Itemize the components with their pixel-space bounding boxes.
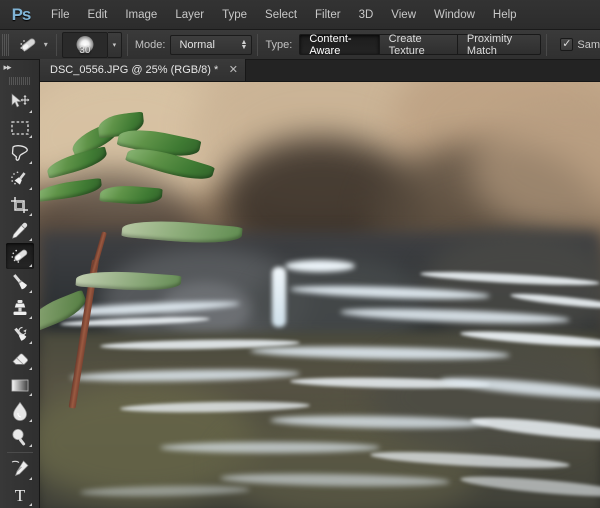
gradient-tool[interactable] xyxy=(6,372,34,398)
tool-group-indicator-icon xyxy=(28,367,32,371)
image-canvas[interactable] xyxy=(40,82,600,508)
menu-item-3d[interactable]: 3D xyxy=(350,0,383,30)
tool-group-indicator-icon xyxy=(28,341,32,345)
tool-group-indicator-icon xyxy=(28,212,32,216)
toolbar-separator xyxy=(6,452,33,454)
tools-panel-grip[interactable] xyxy=(8,77,31,85)
mode-label: Mode: xyxy=(134,38,166,51)
move-tool[interactable] xyxy=(6,89,34,115)
type-option-proximity-match[interactable]: Proximity Match xyxy=(457,33,542,57)
document-tab-title: DSC_0556.JPG @ 25% (RGB/8) * xyxy=(50,64,219,76)
dodge-tool[interactable] xyxy=(6,424,34,450)
clone-stamp-tool[interactable] xyxy=(6,295,34,321)
options-separator-2 xyxy=(126,33,128,56)
tool-group-indicator-icon xyxy=(28,161,32,165)
tool-group-indicator-icon xyxy=(28,289,32,293)
svg-text:T: T xyxy=(14,486,25,504)
eyedropper-tool[interactable] xyxy=(6,218,34,244)
tool-group-indicator-icon xyxy=(28,186,32,190)
menu-item-view[interactable]: View xyxy=(382,0,425,30)
type-option-content-aware[interactable]: Content-Aware xyxy=(299,33,380,57)
tool-group-indicator-icon xyxy=(28,238,32,242)
current-tool-icon[interactable] xyxy=(15,32,41,58)
type-label: Type: xyxy=(265,38,293,51)
menu-item-type[interactable]: Type xyxy=(213,0,256,30)
photo-image xyxy=(40,82,600,508)
tools-panel-expand-button[interactable]: ▸▸ xyxy=(0,60,40,75)
tool-group-indicator-icon xyxy=(28,315,32,319)
menu-item-window[interactable]: Window xyxy=(425,0,484,30)
menu-item-edit[interactable]: Edit xyxy=(79,0,117,30)
history-brush-tool[interactable] xyxy=(6,321,34,347)
water-lip-highlight xyxy=(285,260,355,272)
eraser-tool[interactable] xyxy=(6,346,34,372)
mode-select[interactable]: Normal ▲ ▼ xyxy=(170,34,253,55)
menu-item-filter[interactable]: Filter xyxy=(306,0,350,30)
fill-type-segmented-control: Content-Aware Create Texture Proximity M… xyxy=(299,33,542,57)
brush-size-value: 30 xyxy=(79,44,91,56)
options-bar-grip[interactable] xyxy=(2,33,10,56)
quick-selection-tool[interactable] xyxy=(6,166,34,192)
document-tab-bar: DSC_0556.JPG @ 25% (RGB/8) * ✕ xyxy=(40,59,600,82)
ripple-15 xyxy=(160,442,380,453)
crop-tool[interactable] xyxy=(6,192,34,218)
brush-tool[interactable] xyxy=(6,269,34,295)
sample-all-layers-checkbox[interactable]: ✓ xyxy=(560,38,574,51)
tool-group-indicator-icon xyxy=(28,392,32,396)
photoshop-logo-icon: Ps xyxy=(11,4,32,24)
menu-item-layer[interactable]: Layer xyxy=(166,0,213,30)
menu-item-help[interactable]: Help xyxy=(484,0,526,30)
lasso-tool[interactable] xyxy=(6,140,34,166)
tool-group-indicator-icon xyxy=(28,444,32,448)
tool-group-indicator-icon xyxy=(28,502,32,506)
brush-picker-chevron-down-icon[interactable]: ▾ xyxy=(107,31,122,58)
tool-group-indicator-icon xyxy=(28,135,32,139)
options-bar: ▾ 30 ▾ Mode: Normal ▲ ▼ Type: Content-Aw… xyxy=(0,30,600,60)
mode-stepper-icon[interactable]: ▲ ▼ xyxy=(241,39,248,51)
blur-tool[interactable] xyxy=(6,398,34,424)
menu-bar: Ps File Edit Image Layer Type Select Fil… xyxy=(0,0,600,30)
brush-size-control[interactable]: 30 ▾ xyxy=(61,31,122,58)
spot-healing-brush-tool[interactable] xyxy=(5,243,34,270)
tools-panel: ▸▸ T xyxy=(0,60,40,508)
stepper-down-icon[interactable]: ▼ xyxy=(241,44,248,51)
sample-all-layers-label: Sam xyxy=(577,38,600,51)
double-chevron-right-icon: ▸▸ xyxy=(3,62,12,73)
tool-group-indicator-icon xyxy=(28,264,32,268)
menu-item-file[interactable]: File xyxy=(42,0,79,30)
photoshop-window: Ps File Edit Image Layer Type Select Fil… xyxy=(0,0,600,508)
tool-group-indicator-icon xyxy=(28,418,32,422)
menu-item-select[interactable]: Select xyxy=(256,0,306,30)
tool-group-indicator-icon xyxy=(28,109,32,113)
options-separator-4 xyxy=(546,33,548,56)
rectangular-marquee-tool[interactable] xyxy=(6,115,34,141)
pen-tool[interactable] xyxy=(6,456,34,482)
menu-item-image[interactable]: Image xyxy=(116,0,166,30)
close-icon[interactable]: ✕ xyxy=(227,64,239,76)
brush-preview[interactable]: 30 xyxy=(61,31,108,58)
mode-value: Normal xyxy=(179,38,215,51)
document-tab[interactable]: DSC_0556.JPG @ 25% (RGB/8) * ✕ xyxy=(40,59,247,81)
options-separator-3 xyxy=(257,33,259,56)
type-tool[interactable]: T xyxy=(6,482,34,508)
checkmark-icon: ✓ xyxy=(562,38,572,50)
tool-preset-chevron-down-icon[interactable]: ▾ xyxy=(41,32,51,58)
water-fall-stream xyxy=(272,267,286,327)
sample-all-layers-control[interactable]: ✓ Sam xyxy=(560,38,600,51)
type-option-create-texture[interactable]: Create Texture xyxy=(379,33,458,57)
options-separator-1 xyxy=(55,33,57,56)
tool-group-indicator-icon xyxy=(28,477,32,481)
